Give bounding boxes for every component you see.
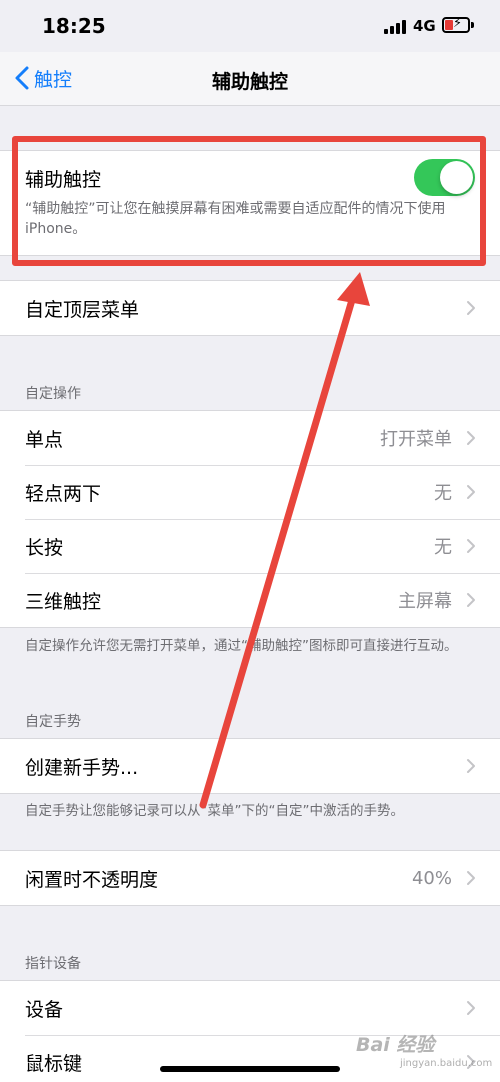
custom-action-label: 单点 [25, 428, 64, 451]
custom-action-value: 无 [434, 537, 452, 558]
chevron-right-icon [467, 871, 475, 885]
battery-tip [471, 22, 474, 28]
top-level-menu-label: 自定顶层菜单 [25, 298, 140, 321]
watermark-url: jingyan.baidu.com [400, 1058, 493, 1069]
status-bar: 18:25 4G ⚡ [0, 0, 500, 52]
custom-gestures-header: 自定手势 [25, 714, 81, 730]
home-indicator[interactable] [160, 1066, 340, 1072]
battery-charging-icon: ⚡ [442, 16, 470, 33]
cellular-signal-icon [384, 20, 408, 34]
chevron-right-icon [467, 301, 475, 315]
custom-actions-group: 单点 打开菜单 轻点两下 无 长按 无 三维触控 主屏幕 [0, 410, 500, 628]
annotation-highlight-box [12, 136, 486, 266]
custom-actions-footer: 自定操作允许您无需打开菜单，通过“辅助触控”图标即可直接进行互动。 [25, 638, 458, 654]
pointer-device-row-devices[interactable]: 设备 [0, 981, 500, 1035]
custom-action-value: 打开菜单 [380, 429, 452, 450]
status-time: 18:25 [42, 14, 106, 38]
pointer-devices-header: 指针设备 [25, 956, 81, 972]
chevron-right-icon [467, 759, 475, 773]
custom-action-label: 轻点两下 [25, 482, 102, 505]
nav-bar: 触控 辅助触控 [0, 52, 500, 106]
idle-opacity-group: 闲置时不透明度 40% [0, 850, 500, 906]
custom-action-value: 主屏幕 [398, 591, 452, 612]
idle-opacity-value: 40% [411, 867, 452, 889]
chevron-right-icon [467, 485, 475, 499]
page-title: 辅助触控 [211, 71, 288, 93]
custom-action-value: 无 [434, 483, 452, 504]
custom-action-row-single-tap[interactable]: 单点 打开菜单 [0, 411, 500, 465]
custom-actions-header: 自定操作 [25, 386, 81, 402]
chevron-right-icon [467, 593, 475, 607]
custom-action-row-long-press[interactable]: 长按 无 [0, 519, 500, 573]
watermark-logo: Bai 经验 [356, 1034, 435, 1056]
pointer-device-label: 鼠标键 [25, 1052, 83, 1075]
create-gesture-label: 创建新手势... [25, 756, 139, 779]
idle-opacity-label: 闲置时不透明度 [25, 868, 159, 891]
custom-gestures-group: 创建新手势... [0, 738, 500, 794]
network-type: 4G [413, 17, 436, 35]
chevron-right-icon [467, 1001, 475, 1015]
top-level-menu-group: 自定顶层菜单 [0, 280, 500, 336]
custom-action-label: 三维触控 [25, 590, 102, 613]
pointer-device-label: 设备 [25, 998, 64, 1021]
idle-opacity-row[interactable]: 闲置时不透明度 40% [0, 851, 500, 905]
create-gesture-row[interactable]: 创建新手势... [0, 739, 500, 793]
custom-gestures-footer: 自定手势让您能够记录可以从“菜单”下的“自定”中激活的手势。 [25, 803, 404, 819]
chevron-right-icon [467, 539, 475, 553]
chevron-right-icon [467, 431, 475, 445]
custom-action-row-double-tap[interactable]: 轻点两下 无 [0, 465, 500, 519]
custom-action-row-3d-touch[interactable]: 三维触控 主屏幕 [0, 573, 500, 627]
top-level-menu-row[interactable]: 自定顶层菜单 [0, 281, 500, 335]
custom-action-label: 长按 [25, 536, 64, 559]
